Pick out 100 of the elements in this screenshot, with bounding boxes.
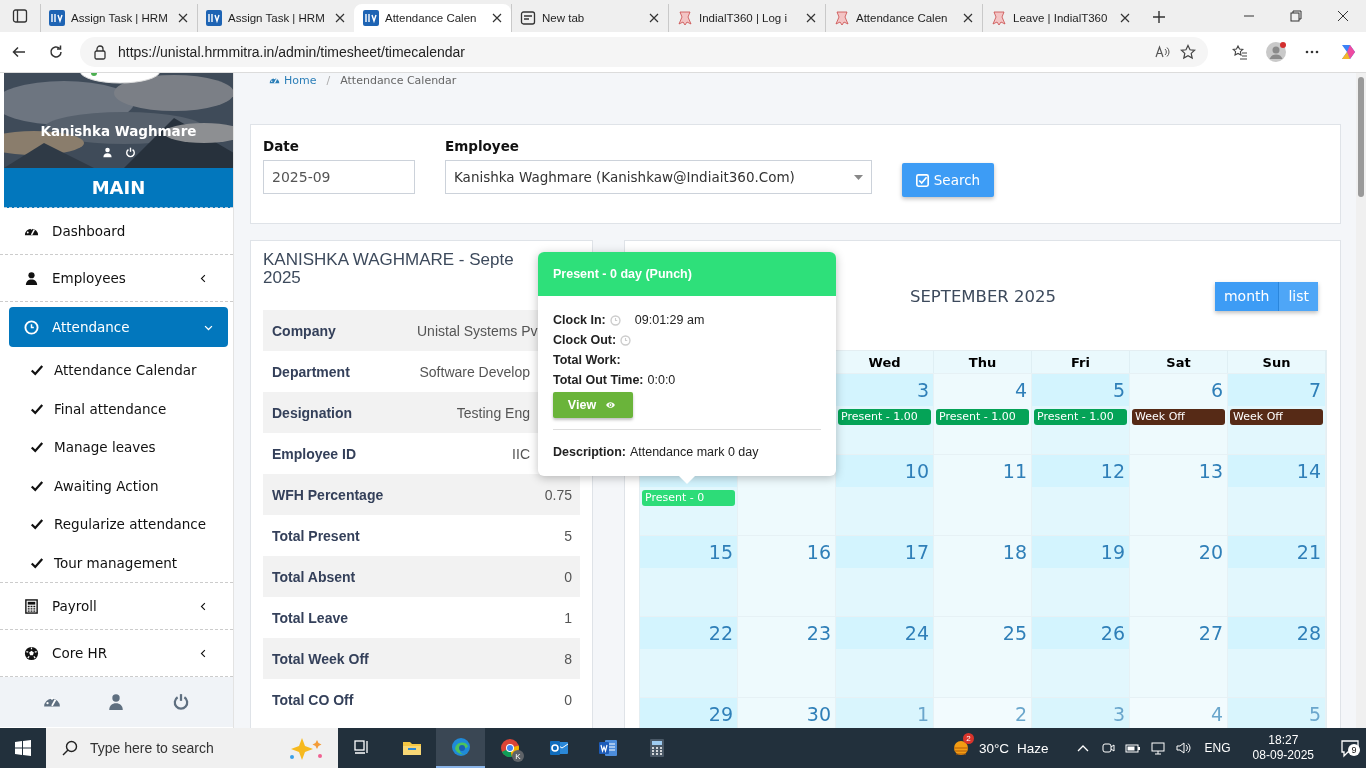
user-icon[interactable] xyxy=(107,693,126,711)
popover-header: Present - 0 day (Punch) xyxy=(538,252,836,296)
caret-icon xyxy=(854,174,863,180)
address-bar[interactable]: https://unistal.hrmmitra.in/admin/timesheet/timecalendar xyxy=(80,37,1208,67)
tab-title: Assign Task | HRM xyxy=(71,11,169,26)
back-icon[interactable] xyxy=(10,44,27,60)
field-label: Employee xyxy=(445,138,520,154)
table-cell: 0 xyxy=(408,679,580,720)
date-field[interactable]: 2025-09 xyxy=(263,160,415,194)
day-number: 5 xyxy=(1112,378,1126,403)
tab-actions-icon[interactable] xyxy=(12,8,28,24)
submenu-item[interactable]: Final attendance xyxy=(54,400,167,417)
day-number: 25 xyxy=(1002,621,1028,646)
clock-date: 08-09-2025 xyxy=(1252,748,1314,763)
weekday-header: Fri xyxy=(1032,351,1130,373)
clock-time: 18:27 xyxy=(1268,733,1299,748)
weather-text: Haze xyxy=(1017,740,1049,756)
user-name: Kanishka Waghmare xyxy=(40,123,197,139)
avatar-icon[interactable] xyxy=(1266,42,1286,62)
submenu-item[interactable]: Attendance Calendar xyxy=(54,362,197,379)
check-square-icon xyxy=(915,173,929,187)
power-icon[interactable] xyxy=(124,147,136,158)
day-number: 3 xyxy=(916,378,930,403)
favorites-icon[interactable] xyxy=(1232,44,1248,60)
field-value: 09:01:29 am xyxy=(634,313,705,327)
refresh-icon[interactable] xyxy=(47,44,64,60)
speaker-icon[interactable] xyxy=(1174,740,1191,756)
tab-title: Leave | IndialT360 xyxy=(1013,11,1109,26)
menu-item[interactable]: Payroll xyxy=(0,583,233,630)
search-icon xyxy=(62,740,78,756)
day-number: 17 xyxy=(904,540,930,565)
new-tab-icon xyxy=(520,10,536,26)
document-app-icon[interactable] xyxy=(597,738,618,758)
tab-title: Attendance Calen xyxy=(385,11,478,26)
ribbon-icon xyxy=(834,10,850,26)
lock-icon xyxy=(92,44,108,60)
read-aloud-icon[interactable] xyxy=(1154,44,1170,60)
day-number: 7 xyxy=(1308,378,1322,403)
tab-title: IndialT360 | Log i xyxy=(699,11,789,26)
weekday-header: Thu xyxy=(934,351,1032,373)
submenu-item[interactable]: Manage leaves xyxy=(54,439,156,456)
day-number: 12 xyxy=(1100,459,1126,484)
day-number: 29 xyxy=(708,702,734,727)
table-cell: Total Week Off xyxy=(263,638,408,679)
table-cell: Company xyxy=(263,310,408,351)
submenu-item[interactable]: Awaiting Action xyxy=(54,477,159,494)
card-title: KANISHKA WAGHMARE - Septe 2025 xyxy=(263,251,514,287)
table-cell: Total CO Off xyxy=(263,679,408,720)
mail-app-icon[interactable] xyxy=(548,738,569,758)
day-number: 24 xyxy=(904,621,930,646)
day-number: 20 xyxy=(1198,540,1224,565)
check-icon xyxy=(30,555,44,570)
calculator-icon xyxy=(24,598,39,614)
field-label: Description: xyxy=(553,445,626,459)
day-number: 5 xyxy=(1308,702,1322,727)
new-tab-plus-icon[interactable] xyxy=(1151,9,1167,25)
browser-tab[interactable]: Attendance Calen xyxy=(354,4,511,32)
table-cell: Testing Eng xyxy=(408,392,534,433)
day-number: 19 xyxy=(1100,540,1126,565)
edge-icon[interactable] xyxy=(450,737,471,757)
field-label: Clock Out: xyxy=(553,333,617,347)
check-icon xyxy=(30,363,44,378)
submenu-item[interactable]: Tour management xyxy=(54,554,178,571)
employee-select[interactable]: Kanishka Waghmare (Kanishkaw@Indiait360.Com) xyxy=(445,160,872,194)
menu-item[interactable]: Attendance xyxy=(9,307,228,347)
network-icon[interactable] xyxy=(1149,740,1166,756)
site-icon xyxy=(206,10,222,26)
clock-icon xyxy=(609,314,621,326)
camera-icon[interactable] xyxy=(1099,740,1116,756)
taskbar-search[interactable]: Type here to search xyxy=(46,728,338,768)
profile-badge: K xyxy=(512,750,524,762)
table-cell: WFH Percentage xyxy=(263,474,408,515)
restore-icon[interactable] xyxy=(1287,8,1304,24)
windows-icon[interactable] xyxy=(15,740,31,756)
star-icon[interactable] xyxy=(1180,44,1196,60)
table-cell: Total Absent xyxy=(263,556,408,597)
notification-icon[interactable] xyxy=(1340,738,1360,758)
field-label: Total Out Time: xyxy=(553,373,644,387)
day-number: 18 xyxy=(1002,540,1028,565)
table-cell: 1 xyxy=(408,597,580,638)
table-cell: IIC xyxy=(408,433,534,474)
weather-badge: 2 xyxy=(962,733,974,744)
field-value: 0:0:0 xyxy=(647,373,676,387)
breadcrumb-current: Attendance Calendar xyxy=(340,74,457,87)
day-number: 2 xyxy=(1014,702,1028,727)
chrome-icon[interactable] xyxy=(499,738,520,758)
language-indicator[interactable]: ENG xyxy=(1204,741,1231,755)
ribbon-icon xyxy=(991,10,1007,26)
menu-item[interactable]: Employees xyxy=(0,255,233,302)
check-icon xyxy=(30,517,44,532)
check-icon xyxy=(30,478,44,493)
menu-item[interactable]: Dashboard xyxy=(0,208,233,255)
user-icon[interactable] xyxy=(101,147,113,158)
event-tag[interactable]: Week Off xyxy=(1132,409,1225,425)
breadcrumb-link[interactable]: Home xyxy=(269,74,317,87)
ribbon-icon xyxy=(677,10,693,26)
power-icon[interactable] xyxy=(171,693,190,711)
event-tag[interactable]: Week Off xyxy=(1230,409,1323,425)
submenu-item[interactable]: Regularize attendance xyxy=(54,516,207,533)
site-icon xyxy=(363,10,379,26)
